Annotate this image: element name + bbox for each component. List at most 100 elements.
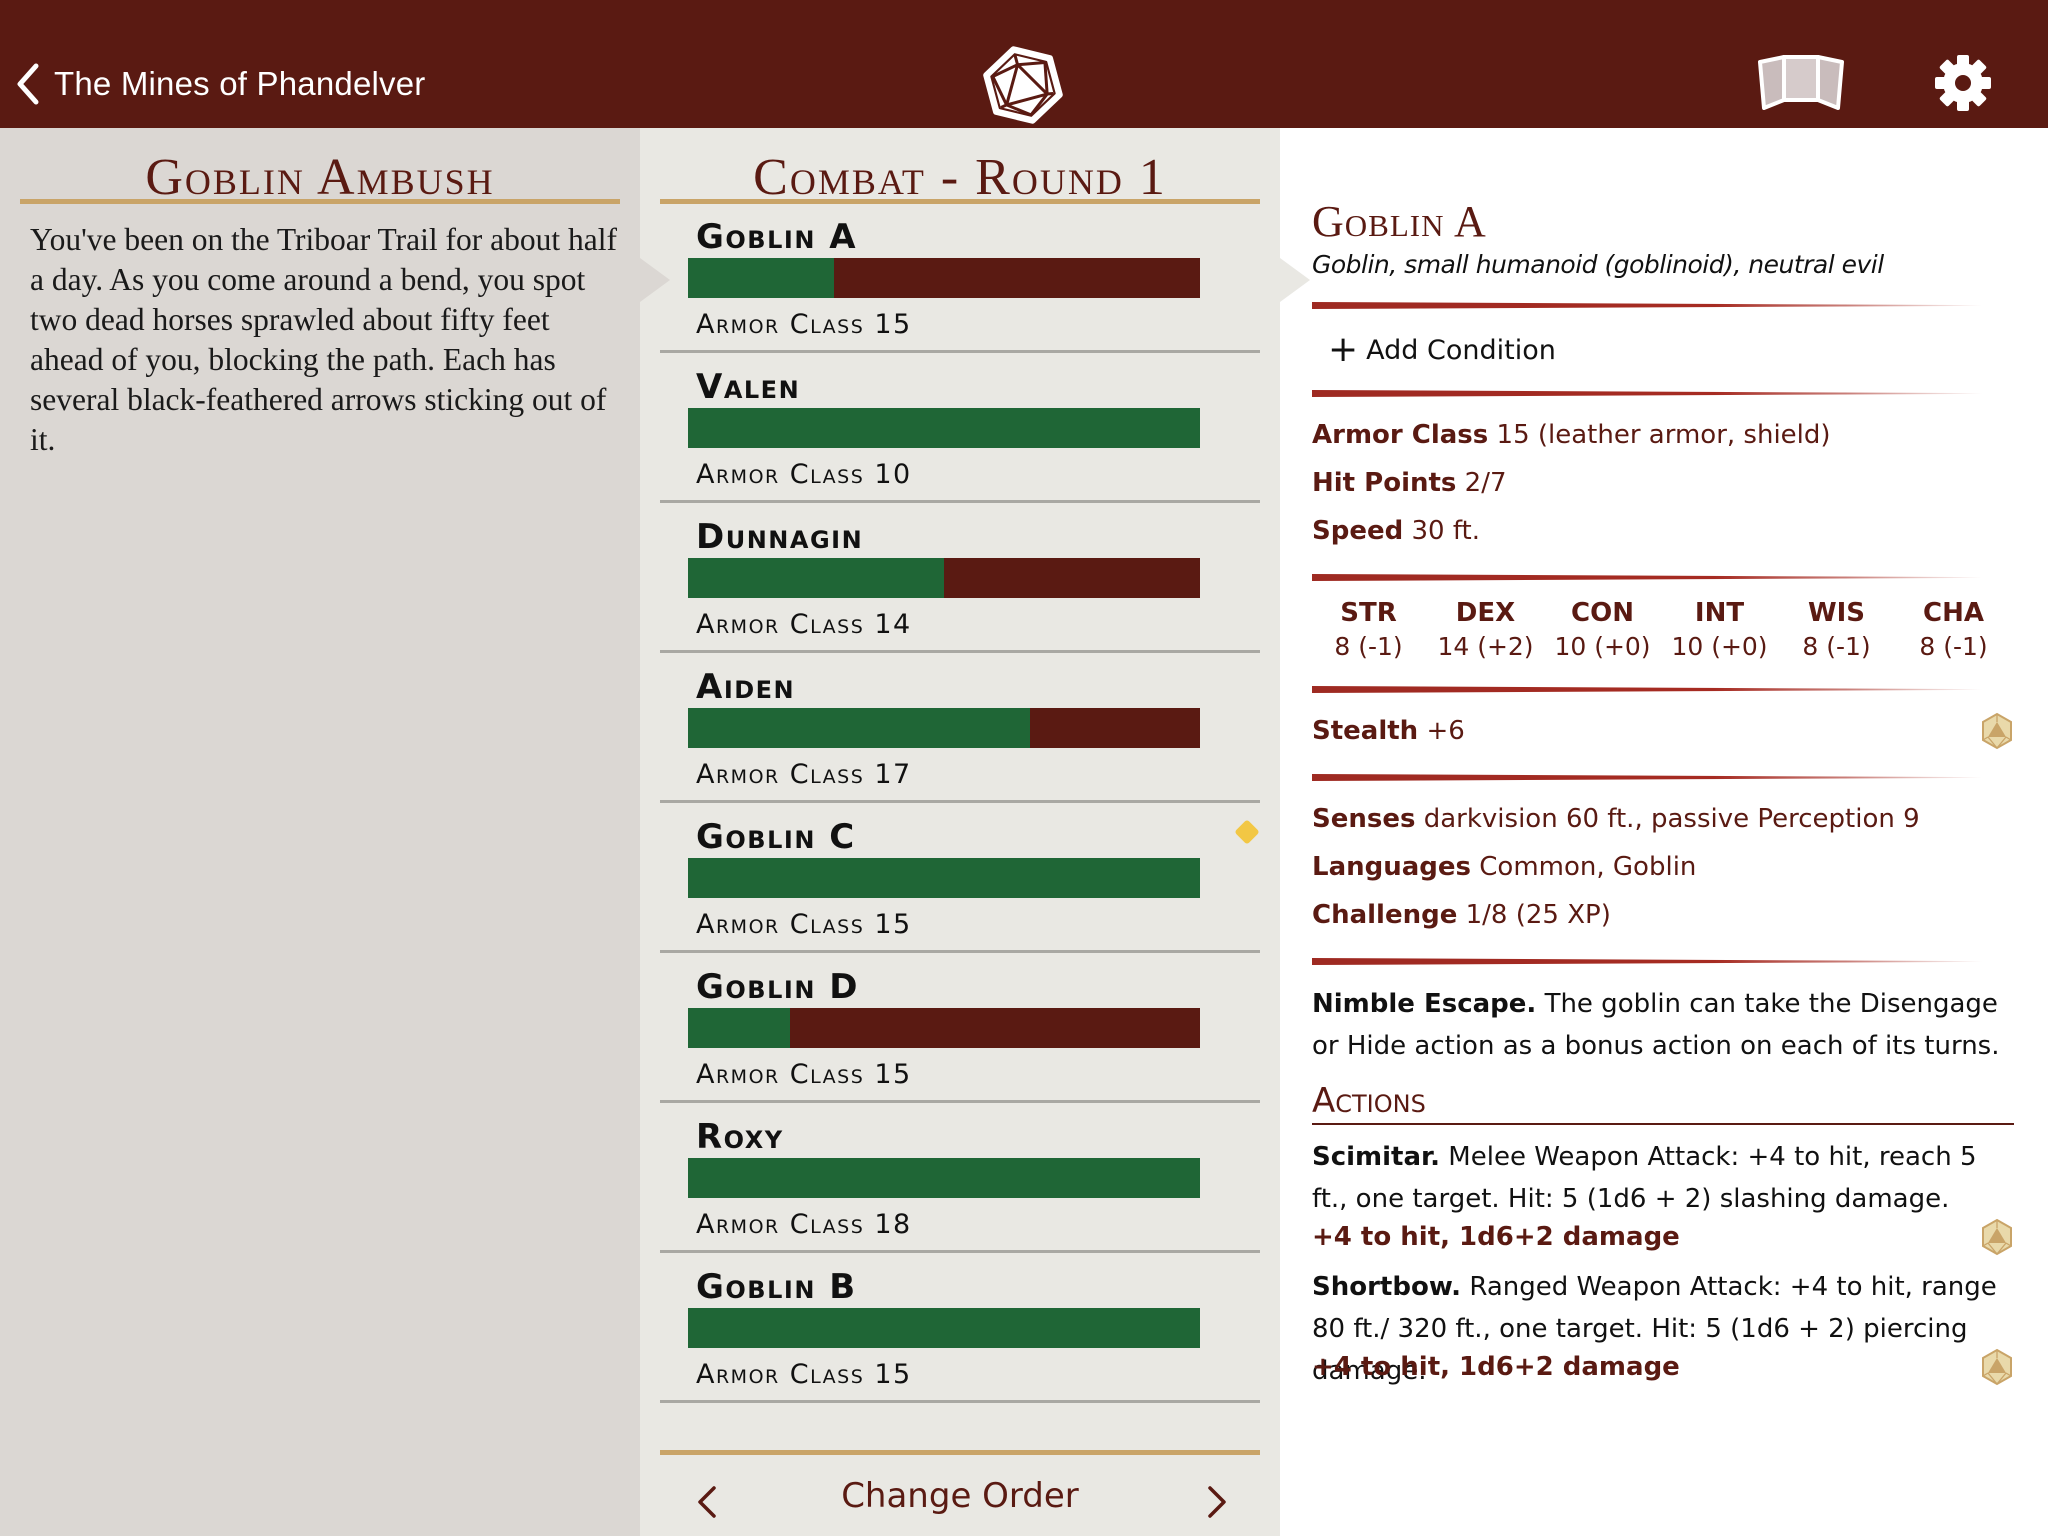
hit-points-value[interactable]: 2/7	[1465, 468, 1507, 498]
section-divider	[1312, 774, 1982, 781]
hp-bar-fill	[688, 408, 1200, 448]
skills-line[interactable]: Stealth +6	[1312, 716, 1465, 746]
hp-bar-fill	[688, 1008, 791, 1048]
combatant-armor-class: Armor Class 10	[696, 459, 912, 490]
challenge-line: Challenge 1/8 (25 XP)	[1312, 900, 1611, 930]
section-divider	[1312, 390, 1982, 397]
hp-bar	[688, 708, 1200, 748]
gear-icon[interactable]	[1934, 54, 1992, 112]
combatant-row[interactable]: Aiden Armor Class 17	[660, 653, 1260, 803]
ability-wis: WIS 8 (-1)	[1802, 598, 1871, 661]
hp-bar	[688, 858, 1200, 898]
hp-bar-fill	[688, 258, 835, 298]
skill-label: Stealth	[1312, 716, 1419, 746]
title-divider	[20, 199, 620, 204]
senses-value: darkvision 60 ft., passive Perception 9	[1423, 804, 1920, 834]
combatant-armor-class: Armor Class 15	[696, 1359, 912, 1390]
monster-name: Goblin A	[1312, 197, 1487, 246]
trait-nimble-escape: Nimble Escape. The goblin can take the D…	[1312, 983, 2012, 1067]
change-order-button[interactable]: Change Order	[640, 1476, 1280, 1516]
hp-bar	[688, 1158, 1200, 1198]
hp-bar	[688, 408, 1200, 448]
d20-roll-icon[interactable]	[1980, 712, 2014, 750]
armor-class-line: Armor Class 15 (leather armor, shield)	[1312, 420, 1831, 450]
action-name: Scimitar.	[1312, 1142, 1441, 1172]
combatant-row[interactable]: Roxy Armor Class 18	[660, 1103, 1260, 1253]
armor-class-value: 15 (leather armor, shield)	[1496, 420, 1831, 450]
combatant-name: Valen	[696, 367, 801, 407]
trait-name: Nimble Escape.	[1312, 989, 1537, 1019]
challenge-value: 1/8 (25 XP)	[1465, 900, 1611, 930]
add-condition-button[interactable]: + Add Condition	[1328, 332, 1556, 368]
combatant-row[interactable]: Goblin D Armor Class 15	[660, 953, 1260, 1103]
combatant-name: Goblin C	[696, 817, 856, 857]
change-order-bar: Change Order	[640, 1468, 1280, 1536]
section-divider	[1312, 958, 1982, 965]
languages-label: Languages	[1312, 852, 1472, 882]
combatant-name: Goblin B	[696, 1267, 857, 1307]
combatant-armor-class: Armor Class 17	[696, 759, 912, 790]
chevron-left-icon	[17, 63, 39, 105]
ability-str: STR 8 (-1)	[1334, 598, 1403, 661]
hit-points-label: Hit Points	[1312, 468, 1457, 498]
section-divider	[1312, 302, 1982, 309]
back-button-label: The Mines of Phandelver	[54, 65, 426, 102]
stat-block-panel: Goblin A Goblin, small humanoid (goblino…	[1280, 128, 2048, 1536]
row-divider	[660, 1400, 1260, 1403]
add-condition-label: Add Condition	[1366, 334, 1556, 366]
combatant-row[interactable]: Valen Armor Class 10	[660, 353, 1260, 503]
plus-icon: +	[1328, 329, 1359, 370]
combatant-name: Goblin D	[696, 967, 859, 1007]
combatant-armor-class: Armor Class 14	[696, 609, 912, 640]
combatant-armor-class: Armor Class 15	[696, 909, 912, 940]
dm-screen-icon[interactable]	[1756, 54, 1846, 110]
d20-roll-icon[interactable]	[1980, 1218, 2014, 1256]
monster-type: Goblin, small humanoid (goblinoid), neut…	[1312, 250, 1884, 279]
combat-panel: Combat - Round 1 Goblin A Armor Class 15 V…	[640, 128, 1280, 1536]
languages-line: Languages Common, Goblin	[1312, 852, 1696, 882]
back-button[interactable]: The Mines of Phandelver	[14, 60, 425, 108]
shortbow-roll-button[interactable]: +4 to hit, 1d6+2 damage	[1312, 1352, 1680, 1382]
hp-bar	[688, 258, 1200, 298]
actions-heading: Actions	[1312, 1081, 2014, 1125]
top-nav-bar: The Mines of Phandelver	[0, 0, 2048, 128]
speed-value: 30 ft.	[1411, 516, 1480, 546]
hp-bar-fill	[688, 858, 1200, 898]
hit-points-line: Hit Points 2/7	[1312, 468, 1507, 498]
languages-value: Common, Goblin	[1479, 852, 1697, 882]
footer-divider	[660, 1450, 1260, 1455]
hp-bar-fill	[688, 1158, 1200, 1198]
action-scimitar: Scimitar. Melee Weapon Attack: +4 to hit…	[1312, 1136, 2012, 1220]
selection-pointer	[1280, 258, 1310, 302]
d20-roll-icon[interactable]	[1980, 1348, 2014, 1386]
scimitar-roll-button[interactable]: +4 to hit, 1d6+2 damage	[1312, 1222, 1680, 1252]
action-name: Shortbow.	[1312, 1272, 1462, 1302]
next-turn-button[interactable]	[1202, 1482, 1232, 1522]
hp-bar	[688, 1308, 1200, 1348]
armor-class-label: Armor Class	[1312, 420, 1489, 450]
ability-dex: DEX 14 (+2)	[1437, 598, 1534, 661]
combatant-name: Goblin A	[696, 217, 858, 257]
combatant-row[interactable]: Goblin A Armor Class 15	[660, 203, 1260, 353]
hp-bar	[688, 1008, 1200, 1048]
hp-bar	[688, 558, 1200, 598]
combatant-name: Dunnagin	[696, 517, 864, 557]
combatant-armor-class: Armor Class 15	[696, 309, 912, 340]
d20-icon[interactable]	[982, 44, 1064, 126]
encounter-panel: Goblin Ambush You've been on the Triboar…	[0, 128, 640, 1536]
speed-line: Speed 30 ft.	[1312, 516, 1480, 546]
combatant-row[interactable]: Goblin B Armor Class 15	[660, 1253, 1260, 1403]
encounter-description: You've been on the Triboar Trail for abo…	[30, 222, 617, 457]
section-divider	[1312, 686, 1982, 693]
senses-label: Senses	[1312, 804, 1416, 834]
combatant-row[interactable]: Goblin C Armor Class 15	[660, 803, 1260, 953]
combatant-armor-class: Armor Class 15	[696, 1059, 912, 1090]
hp-bar-fill	[688, 708, 1030, 748]
combatant-row[interactable]: Dunnagin Armor Class 14	[660, 503, 1260, 653]
turn-marker-icon	[1234, 819, 1260, 845]
ability-scores: STR 8 (-1) DEX 14 (+2) CON 10 (+0) INT 10 (+…	[1312, 598, 2012, 678]
combatant-name: Roxy	[696, 1117, 784, 1157]
hp-bar-fill	[688, 1308, 1200, 1348]
skill-value: +6	[1426, 716, 1465, 746]
ability-cha: CHA 8 (-1)	[1919, 598, 1988, 661]
